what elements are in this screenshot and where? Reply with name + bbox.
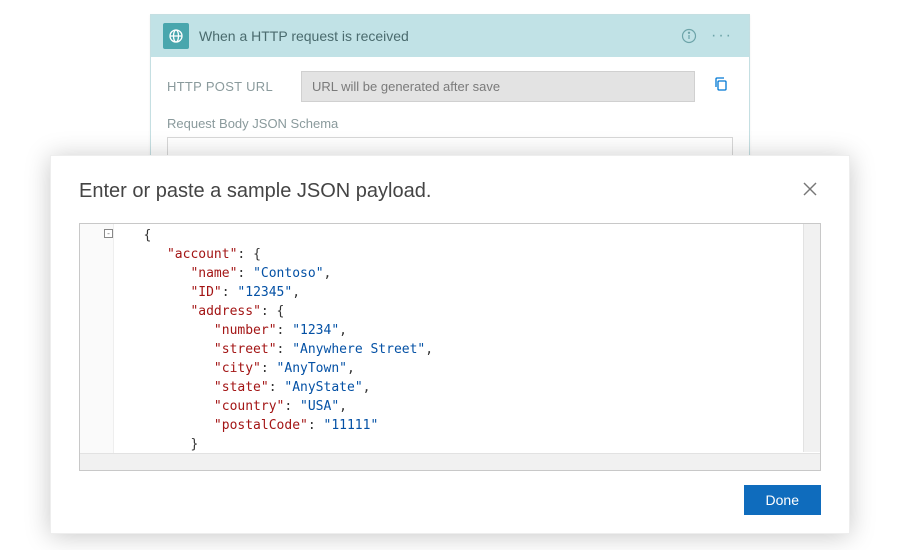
http-request-icon	[163, 23, 189, 49]
schema-label: Request Body JSON Schema	[167, 116, 733, 131]
trigger-header: When a HTTP request is received ···	[151, 15, 749, 57]
url-readonly-box: URL will be generated after save	[301, 71, 695, 102]
info-icon[interactable]	[681, 28, 697, 44]
copy-icon[interactable]	[709, 72, 733, 101]
json-editor[interactable]: - - { "account": { "name": "Contoso", "I…	[79, 223, 821, 471]
url-row: HTTP POST URL URL will be generated afte…	[167, 71, 733, 102]
code-content[interactable]: { "account": { "name": "Contoso", "ID": …	[120, 226, 816, 471]
trigger-title: When a HTTP request is received	[199, 28, 671, 44]
horizontal-scrollbar[interactable]	[80, 453, 820, 470]
modal-footer: Done	[79, 485, 821, 515]
more-icon[interactable]: ···	[707, 27, 737, 45]
editor-gutter: - -	[80, 224, 114, 470]
done-button[interactable]: Done	[744, 485, 821, 515]
modal-header: Enter or paste a sample JSON payload.	[79, 178, 821, 205]
fold-icon[interactable]: -	[104, 229, 113, 238]
json-sample-modal: Enter or paste a sample JSON payload. - …	[50, 155, 850, 534]
url-label: HTTP POST URL	[167, 79, 287, 94]
vertical-scrollbar[interactable]	[803, 224, 820, 452]
close-icon[interactable]	[799, 178, 821, 205]
modal-title: Enter or paste a sample JSON payload.	[79, 180, 799, 203]
